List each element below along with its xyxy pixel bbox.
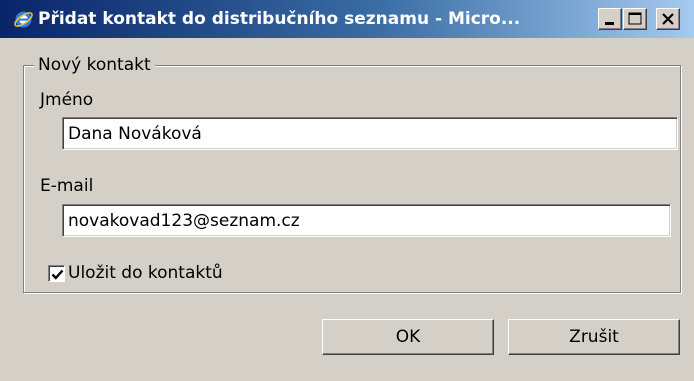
new-contact-group: [23, 65, 681, 293]
save-to-contacts-checkbox[interactable]: [48, 265, 65, 282]
minimize-button[interactable]: [598, 8, 622, 30]
close-icon: [662, 13, 674, 25]
window-title: Přidat kontakt do distribučního seznamu …: [38, 9, 521, 29]
minimize-icon: [605, 22, 614, 25]
email-label: E-mail: [40, 176, 94, 196]
ok-button[interactable]: OK: [322, 319, 494, 355]
maximize-button[interactable]: [623, 8, 647, 30]
title-bar[interactable]: Přidat kontakt do distribučního seznamu …: [0, 0, 694, 38]
checkmark-icon: [51, 269, 64, 280]
save-to-contacts-label: Uložit do kontaktů: [68, 263, 223, 283]
name-input[interactable]: [62, 117, 678, 150]
dialog-window: Přidat kontakt do distribučního seznamu …: [0, 0, 694, 381]
email-input[interactable]: [62, 204, 671, 237]
close-button[interactable]: [656, 8, 680, 30]
internet-explorer-icon: [13, 9, 34, 30]
maximize-icon: [628, 12, 642, 25]
cancel-button[interactable]: Zrušit: [508, 319, 680, 355]
group-title: Nový kontakt: [34, 54, 155, 76]
name-label: Jméno: [40, 90, 94, 110]
